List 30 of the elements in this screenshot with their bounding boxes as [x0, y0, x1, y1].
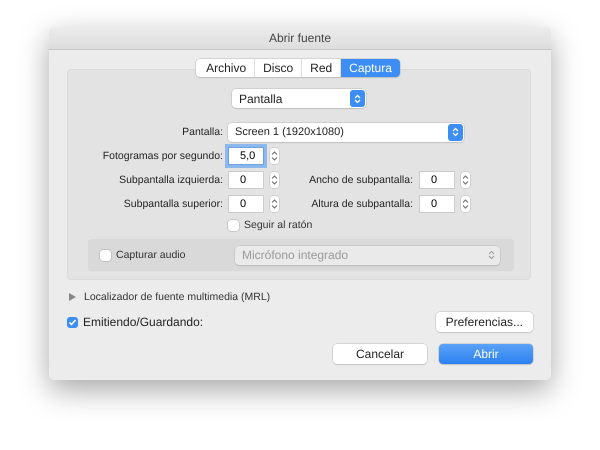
window-title: Abrir fuente [268, 31, 332, 45]
stepper-icon[interactable] [270, 148, 279, 164]
checkbox-label: Seguir al ratón [244, 219, 312, 231]
number-field[interactable]: 0 [228, 171, 264, 189]
screen-select[interactable]: Screen 1 (1920x1080) [228, 122, 464, 142]
section-label: Localizador de fuente multimedia (MRL) [84, 291, 270, 303]
source-select[interactable]: Pantalla [232, 89, 366, 108]
stepper-icon[interactable] [461, 172, 470, 188]
stepper-icon[interactable] [461, 196, 470, 212]
checkbox-label: Capturar audio [116, 249, 186, 261]
field-label: Altura de subpantalla: [310, 198, 414, 210]
preferences-button[interactable]: Preferencias... [436, 312, 533, 332]
updown-icon [448, 124, 463, 140]
field-label: Subpantalla izquierda: [118, 174, 224, 186]
disclosure-triangle-icon[interactable] [69, 293, 76, 301]
field-label: Ancho de subpantalla: [308, 174, 414, 186]
cancel-button[interactable]: Cancelar [333, 344, 427, 364]
fps-field[interactable]: 5,0 [228, 147, 264, 165]
updown-icon [350, 90, 365, 107]
field-label: Subpantalla superior: [122, 198, 224, 210]
number-field[interactable]: 0 [419, 195, 455, 213]
field-label: Fotogramas por segundo: [102, 150, 224, 162]
stepper-icon[interactable] [270, 196, 279, 212]
field-label: Pantalla: [181, 126, 224, 138]
checkbox-label: Emitiendo/Guardando: [83, 315, 204, 329]
checkbox[interactable] [67, 316, 78, 328]
number-field[interactable]: 0 [419, 171, 455, 189]
stepper-icon[interactable] [270, 172, 279, 188]
number-field[interactable]: 0 [228, 195, 264, 213]
checkbox[interactable] [228, 220, 239, 230]
